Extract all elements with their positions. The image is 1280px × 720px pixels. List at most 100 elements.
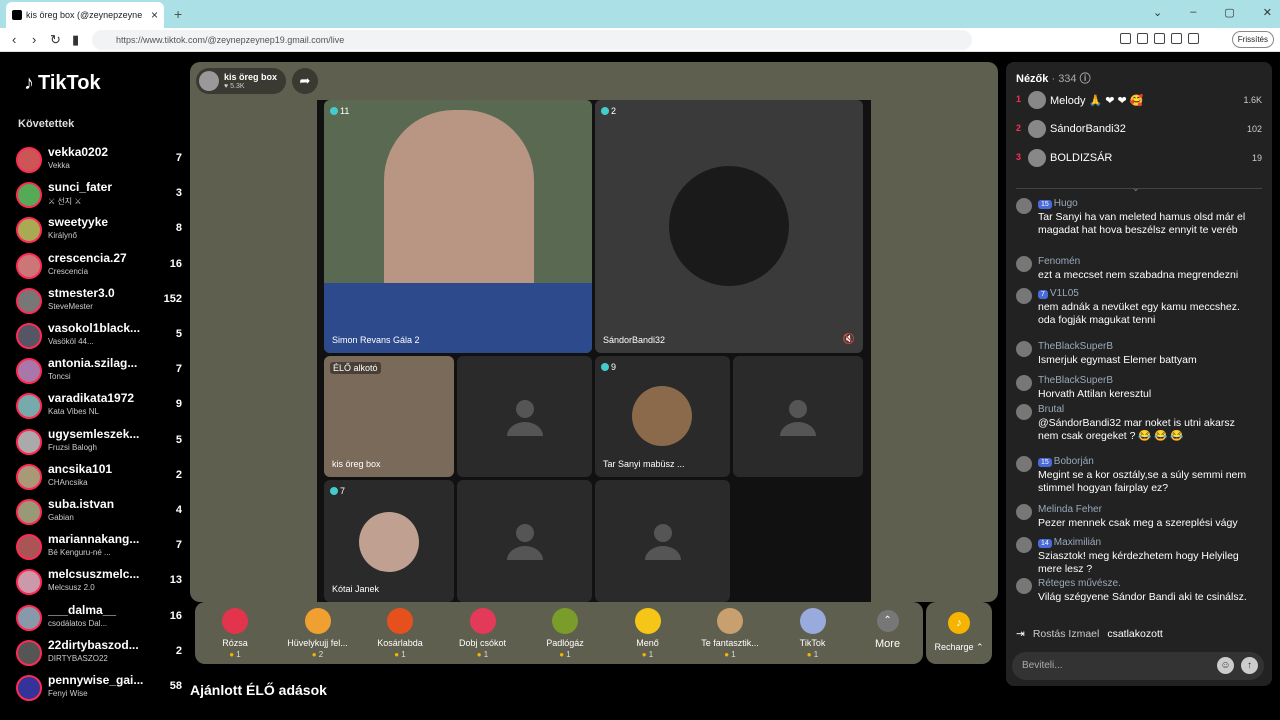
- host-chip[interactable]: kis öreg box ♥ 5.3K: [196, 68, 286, 94]
- browser-tab[interactable]: kis öreg box (@zeynepzeyne ×: [6, 2, 164, 28]
- guest-cell[interactable]: 11 Simon Revans Gála 2: [324, 100, 592, 353]
- chat-username[interactable]: Brutal: [1038, 404, 1064, 415]
- recharge-button[interactable]: ♪ Recharge ⌃: [926, 602, 992, 664]
- chat-username[interactable]: Réteges művésze.: [1038, 578, 1121, 589]
- gift-item[interactable]: Padlógáz ● 1: [527, 608, 603, 659]
- forward-icon[interactable]: ›: [32, 32, 36, 47]
- gift-item[interactable]: TikTok ● 1: [775, 608, 851, 659]
- chat-username[interactable]: Melinda Feher: [1038, 504, 1102, 515]
- viewer-icon: [330, 487, 338, 495]
- guest-badge: 11: [330, 106, 349, 116]
- sidebar-follow-item[interactable]: ___dalma__ csodálatos Dal... 16: [16, 602, 182, 637]
- chat-username-text: Fenomén: [1038, 256, 1081, 267]
- gift-label: Menő: [636, 638, 659, 648]
- sidebar-follow-item[interactable]: ugysemleszek... Fruzsi Balogh 5: [16, 426, 182, 461]
- chat-text: @SándorBandi32 mar noket is utni akarsz …: [1038, 417, 1235, 442]
- sidebar-follow-item[interactable]: mariannakang... Bé Kenguru-né ... 7: [16, 531, 182, 566]
- tiktok-logo[interactable]: ♪ TikTok: [24, 72, 101, 95]
- gift-cost: ● 1: [692, 650, 768, 659]
- refresh-button[interactable]: Frissítés: [1231, 31, 1274, 48]
- share-icon[interactable]: ➦: [292, 68, 318, 94]
- top-viewer-row[interactable]: 1 Melody 🙏 ❤ ❤ 🥰 1.6K: [1016, 90, 1262, 112]
- sidebar-follow-item[interactable]: melcsuszmelc... Melcsusz 2.0 13: [16, 566, 182, 601]
- gift-item[interactable]: Te fantasztik... ● 1: [692, 608, 768, 659]
- info-icon[interactable]: ⓘ: [1080, 73, 1091, 85]
- sidebar-follow-item[interactable]: varadikata1972 Kata Vibes NL 9: [16, 390, 182, 425]
- sidebar-follow-item[interactable]: suba.istvan Gabian 4: [16, 496, 182, 531]
- emoji-icon[interactable]: ☺: [1217, 657, 1234, 674]
- bookmark-icon[interactable]: ▮: [72, 32, 79, 48]
- minimize-icon[interactable]: –: [1190, 6, 1196, 19]
- guest-cell[interactable]: ÉLŐ alkotó kis öreg box: [324, 356, 454, 477]
- send-icon[interactable]: ↑: [1241, 657, 1258, 674]
- new-tab-icon[interactable]: +: [174, 6, 182, 22]
- avatar: [1016, 537, 1032, 553]
- gift-item[interactable]: Dobj csókot ● 1: [445, 608, 521, 659]
- chat-input[interactable]: Beviteli... ☺ ↑: [1012, 652, 1264, 680]
- tab-search-icon[interactable]: ⌄: [1153, 6, 1162, 19]
- extension-icon[interactable]: [1120, 33, 1131, 44]
- viewer-count: 2: [175, 468, 182, 481]
- extension-icon[interactable]: [1188, 33, 1199, 44]
- guest-cell[interactable]: 7 Kótai Janek: [324, 480, 454, 602]
- chat-username[interactable]: 7 V1L05: [1038, 288, 1079, 299]
- guest-cell[interactable]: 9 Tar Sanyi mabüsz ...: [595, 356, 730, 477]
- sidebar-follow-item[interactable]: sunci_fater ⚔ 선지 ⚔ 3: [16, 179, 182, 214]
- url-field[interactable]: https://www.tiktok.com/@zeynepzeynep19.g…: [92, 30, 972, 50]
- gift-icon: [387, 608, 413, 634]
- extension-icon[interactable]: [1171, 33, 1182, 44]
- viewer-icon: [601, 107, 609, 115]
- follow-subtitle: CHAncsika: [48, 477, 88, 487]
- gift-cost-value: 1: [648, 650, 654, 659]
- top-viewer-row[interactable]: 2 SándorBandi32 102: [1016, 119, 1262, 141]
- chat-username[interactable]: TheBlackSuperB: [1038, 341, 1113, 352]
- empty-seat-icon: [780, 399, 816, 436]
- sidebar-follow-item[interactable]: sweetyyke Királynő 8: [16, 214, 182, 249]
- empty-seat[interactable]: [457, 480, 592, 602]
- coin-icon: ●: [311, 650, 319, 659]
- avatar: [16, 463, 42, 490]
- extension-icon[interactable]: [1137, 33, 1148, 44]
- sidebar-follow-item[interactable]: 22dirtybaszod... DIRTYBASZO22 2: [16, 637, 182, 672]
- coin-icon: ●: [476, 650, 484, 659]
- sidebar-follow-item[interactable]: vasokol1black... Vasököl 44... 5: [16, 320, 182, 355]
- level-badge: 7: [1038, 290, 1048, 299]
- avatar: [16, 428, 42, 455]
- extension-icon[interactable]: [1154, 33, 1165, 44]
- maximize-icon[interactable]: ▢: [1224, 6, 1234, 19]
- gift-item[interactable]: Menő ● 1: [610, 608, 686, 659]
- sidebar-follow-item[interactable]: ancsika101 CHAncsika 2: [16, 461, 182, 496]
- gift-item[interactable]: Hüvelykujj fel... ● 2: [280, 608, 356, 659]
- empty-seat[interactable]: [457, 356, 592, 477]
- top-viewer-row[interactable]: 3 BOLDIZSÁR 19: [1016, 148, 1262, 170]
- guest-cell[interactable]: 2 SándorBandi32 🔇: [595, 100, 863, 353]
- sidebar-follow-item[interactable]: vekka0202 Vekka 7: [16, 144, 182, 179]
- empty-seat[interactable]: [733, 356, 863, 477]
- close-window-icon[interactable]: ✕: [1263, 6, 1272, 19]
- follow-name: varadikata1972: [48, 391, 135, 406]
- sidebar-follow-item[interactable]: pennywise_gai... Fenyi Wise 58: [16, 672, 182, 707]
- avatar: [16, 639, 42, 666]
- gift-item[interactable]: Rózsa ● 1: [197, 608, 273, 659]
- chat-username[interactable]: TheBlackSuperB: [1038, 375, 1113, 386]
- empty-seat[interactable]: [595, 480, 730, 602]
- host-avatar: [199, 71, 219, 91]
- reload-icon[interactable]: ↻: [50, 32, 61, 48]
- live-creator-badge: ÉLŐ alkotó: [330, 362, 381, 374]
- chat-username[interactable]: Fenomén: [1038, 256, 1080, 267]
- avatar: [16, 358, 42, 385]
- sidebar-follow-item[interactable]: crescencia.27 Crescencia 16: [16, 250, 182, 285]
- sidebar-follow-item[interactable]: antonia.szilag... Toncsi 7: [16, 355, 182, 390]
- guest-badge: 9: [601, 362, 616, 372]
- expand-chevron-icon[interactable]: ⌄: [1132, 183, 1140, 194]
- chat-text: Tar Sanyi ha van meleted hamus olsd már …: [1038, 211, 1246, 236]
- chat-username[interactable]: 15 Hugo: [1038, 198, 1078, 209]
- gift-item[interactable]: Kosárlabda ● 1: [362, 608, 438, 659]
- chat-username[interactable]: 14 Maximilián: [1038, 537, 1101, 548]
- window-controls: ⌄ – ▢ ✕: [1153, 6, 1272, 19]
- chat-username[interactable]: 15 Boborján: [1038, 456, 1094, 467]
- sidebar-follow-item[interactable]: stmester3.0 SteveMester 152: [16, 285, 182, 320]
- more-gifts-button[interactable]: ⌃ More: [875, 610, 900, 650]
- back-icon[interactable]: ‹: [12, 32, 16, 47]
- close-tab-icon[interactable]: ×: [151, 8, 158, 22]
